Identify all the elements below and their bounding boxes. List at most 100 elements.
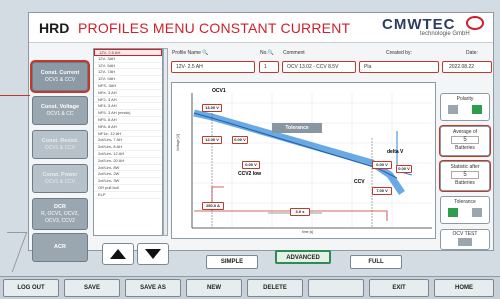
profile-list-item[interactable]: NF4- 3 AH (94, 103, 162, 111)
menu-sub: OCV1 & CC (46, 110, 74, 117)
menu-acr[interactable]: ACR (32, 233, 88, 262)
menu-const-power[interactable]: Const. Power OCV1 & CCV (32, 164, 88, 193)
ocv1-value[interactable]: 13.00 V (202, 104, 222, 112)
logout-button[interactable]: LOG OUT (3, 279, 59, 297)
created-field[interactable]: Pla (359, 61, 439, 73)
no-field[interactable]: 1 (259, 61, 279, 73)
profile-list-item[interactable]: 12V- 5AH (94, 63, 162, 70)
ocv-test-label: OCV TEST (452, 231, 478, 237)
average-unit: Batteries (455, 145, 475, 151)
profile-list-item[interactable]: NF8- 8 AH (94, 124, 162, 131)
profile-name-label: Profile Name 🔍 (172, 50, 209, 56)
brand-logo: CMWTEC technologie GmbH (380, 15, 484, 39)
tolerance-toggle-icon[interactable] (448, 208, 458, 217)
x-axis-label: time [s] (302, 230, 314, 234)
average-value[interactable]: 5 (451, 136, 479, 144)
app-prefix: HRD (39, 20, 70, 36)
profile-list-item[interactable]: 12V- 3AH (94, 56, 162, 63)
tolerance-toggle-icon[interactable] (472, 208, 482, 217)
menu-sub: OCV1 & CCV (44, 144, 76, 151)
ccv2-low-label: CCV2 low (238, 171, 262, 177)
voltage-tag[interactable]: 0.00 V (372, 161, 392, 169)
menu-label: ACR (54, 244, 66, 250)
no-label: No.🔍 (260, 50, 274, 56)
exit-button[interactable]: EXIT (369, 279, 429, 297)
voltage-tag[interactable]: 0.00 V (242, 161, 260, 169)
profile-list-item[interactable]: 12V- 2.5 AH (94, 49, 162, 56)
y-axis-label: Voltage [V] (176, 134, 180, 151)
profile-list-item[interactable]: NF5- 3 AH (mndo) (94, 110, 162, 117)
menu-label: Const. Current (40, 69, 80, 76)
search-icon[interactable]: 🔍 (202, 50, 208, 56)
profile-list-item[interactable]: NFS- 3AH (94, 83, 162, 90)
ccv-label: CCV (354, 179, 365, 185)
profile-list-item[interactable]: ELP (94, 192, 162, 199)
scroll-down-button[interactable] (137, 243, 169, 265)
date-field[interactable]: 2022.08.22 (442, 61, 492, 73)
menu-label: DCR (54, 203, 66, 210)
profile-list-item[interactable]: 2cf/Lim- 2W (94, 171, 162, 179)
menu-sub: OCV1 & CCV (44, 76, 76, 83)
profile-list-item[interactable]: 2cf/Lim- 8 AH (94, 144, 162, 151)
menu-dcr[interactable]: DCR R, OCV1, OCV2, OCV3, CCV2 (32, 198, 88, 230)
profile-list-item[interactable]: 2cf/Lim- 7 AH (94, 137, 162, 145)
home-button[interactable]: HOME (434, 279, 494, 297)
save-button[interactable]: SAVE (64, 279, 120, 297)
tolerance-label: Tolerance (454, 199, 476, 205)
tolerance-panel[interactable]: Tolerance (440, 196, 490, 224)
profile-name-field[interactable]: 12V- 2.5 AH (171, 61, 255, 73)
average-panel[interactable]: Average of 5 Batteries (440, 126, 490, 156)
chart-grid (192, 93, 432, 228)
current-tag[interactable]: 250.0 A (202, 202, 224, 210)
ocv-test-panel[interactable]: OCV TEST (440, 229, 490, 250)
statistic-panel[interactable]: Statistic after 5 Batteries (440, 161, 490, 191)
profile-list-item[interactable]: 2cf/Lim- 3W (94, 178, 162, 185)
profile-list-item[interactable]: NF2- 3 AH (94, 97, 162, 104)
save-as-button[interactable]: SAVE AS (125, 279, 181, 297)
profile-list-item[interactable]: 2cf/Lim- 20 AH (94, 158, 162, 165)
statistic-label: Statistic after (450, 164, 480, 170)
full-mode-button[interactable]: FULL (350, 255, 402, 269)
profile-list-item[interactable]: 2cf/Lim- 8W (94, 165, 162, 172)
polarity-minus-icon[interactable] (472, 105, 482, 114)
voltage-tag[interactable]: 7.00 V (372, 187, 392, 195)
no-label-text: No. (260, 50, 268, 56)
delete-button[interactable]: DELETE (247, 279, 303, 297)
polarity-label: Polarity (456, 96, 474, 102)
statistic-value[interactable]: 5 (451, 171, 479, 179)
profile-list-item[interactable]: 12V- 9AH (94, 76, 162, 83)
arrow-up-icon (110, 249, 126, 259)
delta-v-label: delta V (387, 149, 404, 155)
ocv-test-toggle-icon[interactable] (458, 238, 472, 246)
profile-list-item[interactable]: OR pull bull (94, 185, 162, 192)
profile-list-item[interactable]: NF5- 8 AH (94, 117, 162, 124)
polarity-panel[interactable]: Polarity (440, 93, 490, 121)
voltage-tag[interactable]: 0.00 V (232, 136, 248, 144)
profile-list-item[interactable]: 12V- 7AH (94, 69, 162, 77)
profile-list-item[interactable]: NF1e- 12 AH (94, 131, 162, 138)
advanced-mode-button[interactable]: ADVANCED (275, 250, 331, 264)
new-button[interactable]: NEW (186, 279, 242, 297)
date-label: Date: (466, 50, 478, 56)
menu-sub: OCV1 & CCV (44, 178, 76, 185)
tolerance-badge[interactable]: Tolerance (272, 123, 322, 133)
voltage-tag[interactable]: 12.00 V (202, 136, 222, 144)
voltage-tag[interactable]: 0.00 V (396, 165, 412, 173)
scroll-up-button[interactable] (102, 243, 134, 265)
menu-const-voltage[interactable]: Const. Voltage OCV1 & CC (32, 96, 88, 125)
created-label: Created by: (386, 50, 412, 56)
menu-const-resist[interactable]: Const. Resist. OCV1 & CCV (32, 130, 88, 159)
profile-scrollbar[interactable] (163, 48, 168, 236)
profile-list-item[interactable]: NFe- 3 AH (94, 90, 162, 97)
comment-field[interactable]: OCV 13.02 - CCV 8.5V (282, 61, 356, 73)
menu-label: Const. Power (42, 171, 78, 178)
profile-name-label-text: Profile Name (172, 50, 201, 56)
menu-const-current[interactable]: Const. Current OCV1 & CCV (32, 62, 88, 91)
search-icon[interactable]: 🔍 (268, 50, 274, 56)
time-tag[interactable]: 3.0 s (290, 208, 310, 216)
profile-list[interactable]: 12V- 2.5 AH 12V- 3AH 12V- 5AH 12V- 7AH 12V- … (93, 48, 163, 236)
blank-button[interactable] (308, 279, 364, 297)
profile-list-item[interactable]: 2cf/Lim- 12 AH (94, 151, 162, 158)
simple-mode-button[interactable]: SIMPLE (206, 255, 258, 269)
polarity-plus-icon[interactable] (448, 105, 458, 114)
